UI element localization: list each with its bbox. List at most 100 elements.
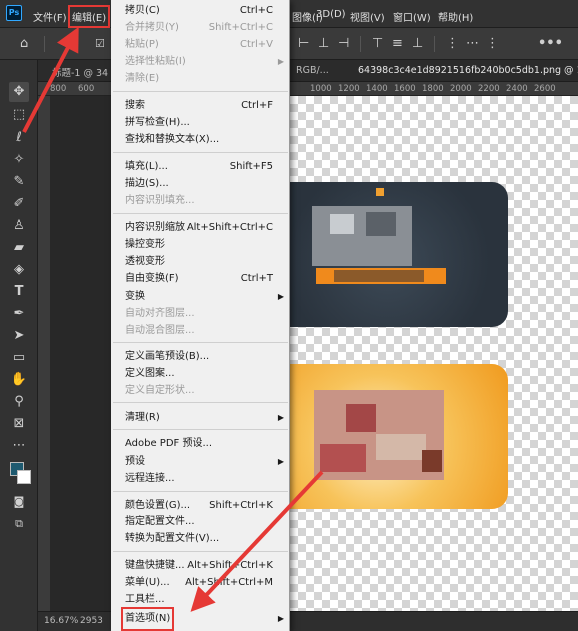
edit-menu-item[interactable]: 定义自定形状... (125, 383, 288, 399)
align-left-icon[interactable]: ⊢ (298, 37, 309, 50)
ruler-label: 1000 (310, 84, 332, 94)
edit-menu-item[interactable]: 拷贝(C) Ctrl+C (125, 3, 288, 19)
move-tool-icon[interactable]: ✥ (9, 82, 29, 102)
menu-item-shortcut: Ctrl+V (239, 39, 273, 50)
menu-3d[interactable]: 3D(D) (316, 9, 346, 20)
edit-menu-item[interactable]: 清除(E) (125, 71, 288, 87)
menu-edit[interactable]: 编辑(E) (67, 5, 111, 28)
zoom-level[interactable]: 16.67% (44, 616, 78, 626)
menu-separator (113, 152, 288, 153)
edit-menu-item[interactable]: 合并拷贝(Y) Shift+Ctrl+C (125, 20, 288, 36)
rectangle-tool-icon[interactable]: ▭ (9, 348, 29, 368)
edit-menu-item[interactable]: 粘贴(P) Ctrl+V (125, 37, 288, 53)
paint-bucket-icon[interactable]: ◈ (9, 260, 29, 280)
edit-menu-item[interactable]: 透视变形 (125, 254, 288, 270)
checkbox-icon[interactable]: ☑ (95, 37, 105, 50)
lasso-tool-icon[interactable]: ℓ (9, 128, 29, 148)
edit-menu-item[interactable]: 定义图案... (125, 366, 288, 382)
distribute-icon[interactable]: ⋮ (446, 37, 459, 50)
star-icon (376, 188, 384, 196)
pixelated-block (366, 212, 396, 236)
eyedropper-icon[interactable]: ✎ (9, 172, 29, 192)
more-tools-icon[interactable]: ⋯ (9, 436, 29, 456)
brush-tool-icon[interactable]: ✐ (9, 194, 29, 214)
path-selection-icon[interactable]: ➤ (9, 326, 29, 346)
edit-menu-item[interactable]: Adobe PDF 预设... (125, 436, 288, 452)
edit-menu-item[interactable]: 内容识别缩放 Alt+Shift+Ctrl+C (125, 220, 288, 236)
align-top-icon[interactable]: ⊤ (372, 37, 383, 50)
edit-menu-item[interactable]: 菜单(U)... Alt+Shift+Ctrl+M (125, 575, 288, 591)
home-icon[interactable]: ⌂ (20, 37, 28, 50)
align-bottom-icon[interactable]: ⊥ (412, 37, 423, 50)
menu-item-label: 拼写检查(H)... (125, 117, 190, 128)
frame-tool-icon[interactable]: ⊠ (9, 414, 29, 434)
marquee-tool-icon[interactable]: ⬚ (9, 105, 29, 125)
type-tool-icon[interactable]: T (9, 282, 29, 302)
tab-document-2[interactable]: 64398c3c4e1d8921516fb240b0c5db1.png @ 16… (358, 65, 578, 76)
menu-item-shortcut: Alt+Shift+Ctrl+K (187, 560, 273, 571)
edit-menu-item[interactable]: 远程连接... (125, 471, 288, 487)
magic-wand-icon[interactable]: ✧ (9, 150, 29, 170)
menu-item-label: 透视变形 (125, 256, 165, 267)
background-color-swatch[interactable] (17, 470, 31, 484)
quick-mask-icon[interactable]: ◙ (9, 492, 29, 512)
edit-menu-item[interactable]: 变换 ▶ (125, 289, 288, 305)
more-options-icon[interactable]: ••• (538, 37, 563, 50)
edit-menu-item[interactable]: 工具栏... (125, 592, 288, 608)
edit-menu-item[interactable]: 键盘快捷键... Alt+Shift+Ctrl+K (125, 558, 288, 574)
menu-item-shortcut: Alt+Shift+Ctrl+M (185, 577, 273, 588)
menu-item-label: 搜索 (125, 100, 145, 111)
distribute-h-icon[interactable]: ⋯ (466, 37, 479, 50)
stamp-tool-icon[interactable]: ♙ (9, 216, 29, 236)
tab-document-1[interactable]: 标题-1 @ 34 (52, 65, 108, 79)
menu-separator (113, 551, 288, 552)
pen-tool-icon[interactable]: ✒ (9, 304, 29, 324)
pixelated-block (346, 404, 376, 432)
edit-menu-item[interactable]: 定义画笔预设(B)... (125, 349, 288, 365)
edit-menu-item[interactable]: 内容识别填充... (125, 193, 288, 209)
menu-item-label: 变换 (125, 291, 145, 302)
divider (434, 36, 435, 52)
edit-menu-item[interactable]: 选择性粘贴(I) ▶ (125, 54, 288, 70)
document-canvas[interactable] (290, 96, 578, 611)
edit-menu-item[interactable]: 搜索 Ctrl+F (125, 98, 288, 114)
edit-menu-item[interactable]: 填充(L)... Shift+F5 (125, 159, 288, 175)
edit-menu-item[interactable]: 颜色设置(G)... Shift+Ctrl+K (125, 498, 288, 514)
menu-help[interactable]: 帮助(H) (438, 9, 473, 24)
menu-item-label: 菜单(U)... (125, 577, 170, 588)
ruler-label: 1400 (366, 84, 388, 94)
zoom-tool-icon[interactable]: ⚲ (9, 392, 29, 412)
edit-menu-item[interactable]: 自动混合图层... (125, 323, 288, 339)
edit-menu-item[interactable]: 查找和替换文本(X)... (125, 132, 288, 148)
eraser-tool-icon[interactable]: ▰ (9, 238, 29, 258)
hand-tool-icon[interactable]: ✋ (9, 370, 29, 390)
edit-menu-item[interactable]: 自由变换(F) Ctrl+T (125, 271, 288, 287)
menu-window[interactable]: 窗口(W) (393, 9, 431, 24)
menu-item-label: 查找和替换文本(X)... (125, 134, 220, 145)
screen-mode-icon[interactable]: ⧉ (9, 514, 29, 534)
menu-item-label: 定义自定形状... (125, 385, 195, 396)
edit-menu-item[interactable]: 指定配置文件... (125, 514, 288, 530)
ruler-label: 600 (78, 84, 95, 94)
align-right-icon[interactable]: ⊣ (338, 37, 349, 50)
edit-menu-item[interactable]: 预设 ▶ (125, 454, 288, 470)
edit-menu-item[interactable]: 转换为配置文件(V)... (125, 531, 288, 547)
menu-file[interactable]: 文件(F) (33, 9, 67, 24)
submenu-arrow-icon: ▶ (277, 614, 284, 623)
edit-menu-item[interactable]: 拼写检查(H)... (125, 115, 288, 131)
menu-view[interactable]: 视图(V) (350, 9, 385, 24)
photoshop-logo-icon[interactable]: Ps (6, 5, 22, 21)
edit-menu-item[interactable]: 清理(R) ▶ (125, 410, 288, 426)
pixelated-block (376, 434, 426, 460)
edit-menu-item[interactable]: 自动对齐图层... (125, 306, 288, 322)
align-middle-icon[interactable]: ≡ (392, 37, 403, 50)
edit-menu-item[interactable]: 首选项(N) ▶ (120, 607, 288, 631)
menu-item-label: 工具栏... (125, 594, 165, 605)
menu-separator (113, 491, 288, 492)
edit-menu-item[interactable]: 描边(S)... (125, 176, 288, 192)
edit-menu-item[interactable]: 操控变形 (125, 237, 288, 253)
align-center-icon[interactable]: ⊥ (318, 37, 329, 50)
distribute-v-icon[interactable]: ⋮ (486, 37, 499, 50)
menu-item-label: 拷贝(C) (125, 5, 160, 16)
pixelated-block (422, 450, 442, 472)
